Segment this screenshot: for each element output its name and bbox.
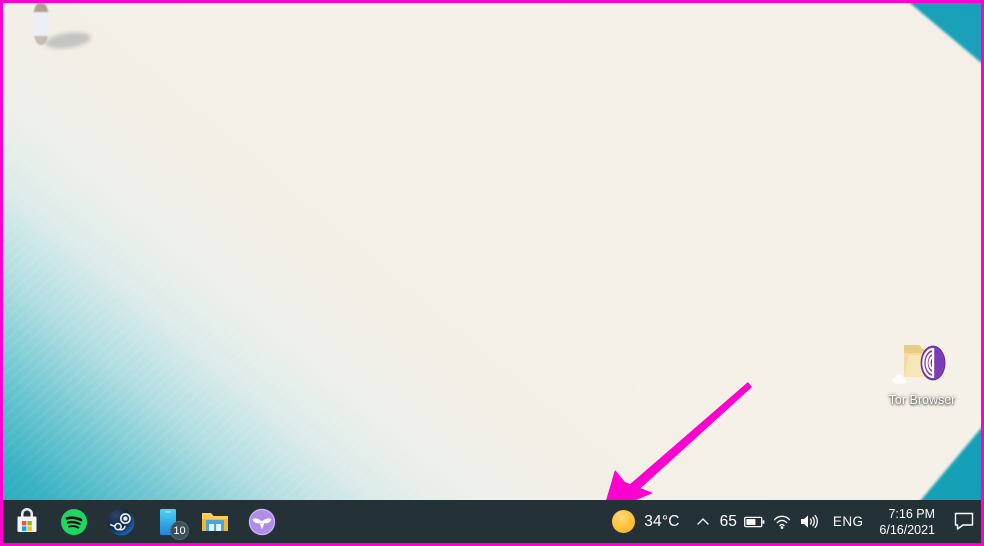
- battery-status[interactable]: 65: [718, 500, 769, 543]
- onedrive-cloud-icon: [892, 374, 907, 384]
- taskbar-app-file-explorer[interactable]: [191, 500, 238, 543]
- taskbar-app-steam[interactable]: [97, 500, 144, 543]
- desktop-screen: Tor Browser 10 34°C 65 ENG 7:16 PM 6/16/…: [0, 0, 984, 546]
- desktop-wallpaper[interactable]: [3, 3, 981, 543]
- wifi-icon: [773, 515, 791, 529]
- file-explorer-icon: [201, 512, 228, 531]
- action-center-icon: [954, 512, 974, 530]
- speaker-icon: [801, 514, 819, 529]
- volume-status[interactable]: [796, 500, 823, 543]
- wallpaper-surf-ripples: [3, 3, 981, 543]
- chevron-up-icon: [697, 517, 709, 525]
- desktop-icon-tor-browser[interactable]: Tor Browser: [875, 337, 969, 408]
- microsoft-store-icon: [17, 507, 36, 532]
- steam-icon: [107, 508, 134, 535]
- weather-widget[interactable]: 34°C: [602, 500, 687, 543]
- clock[interactable]: 7:16 PM 6/16/2021: [873, 500, 947, 543]
- your-phone-badge: 10: [170, 521, 189, 540]
- show-hidden-icons-button[interactable]: [688, 500, 718, 543]
- battery-percent: 65: [719, 512, 737, 530]
- clock-time: 7:16 PM: [888, 506, 935, 521]
- sun-icon: [612, 510, 636, 533]
- battery-icon: [744, 516, 765, 527]
- action-center-button[interactable]: [947, 500, 981, 543]
- mustache-browser-icon: [248, 508, 275, 535]
- network-status[interactable]: [769, 500, 796, 543]
- spotify-icon: [60, 508, 87, 535]
- tor-browser-folder-icon: [892, 337, 952, 389]
- taskbar-app-microsoft-store[interactable]: [3, 500, 50, 543]
- desktop-icon-label: Tor Browser: [888, 393, 956, 407]
- battery-icon-box: [742, 515, 769, 529]
- taskbar-app-spotify[interactable]: [50, 500, 97, 543]
- taskbar-app-browser[interactable]: [238, 500, 285, 543]
- system-tray: 34°C 65 ENG 7:16 PM 6/16/2021: [602, 500, 981, 543]
- taskbar-pinned-apps: 10: [3, 500, 285, 543]
- clock-date: 6/16/2021: [879, 522, 935, 537]
- taskbar-app-your-phone[interactable]: 10: [144, 500, 191, 543]
- weather-temperature: 34°C: [644, 512, 680, 530]
- taskbar: 10 34°C 65 ENG 7:16 PM 6/16/2021: [3, 500, 981, 543]
- language-indicator[interactable]: ENG: [823, 500, 873, 543]
